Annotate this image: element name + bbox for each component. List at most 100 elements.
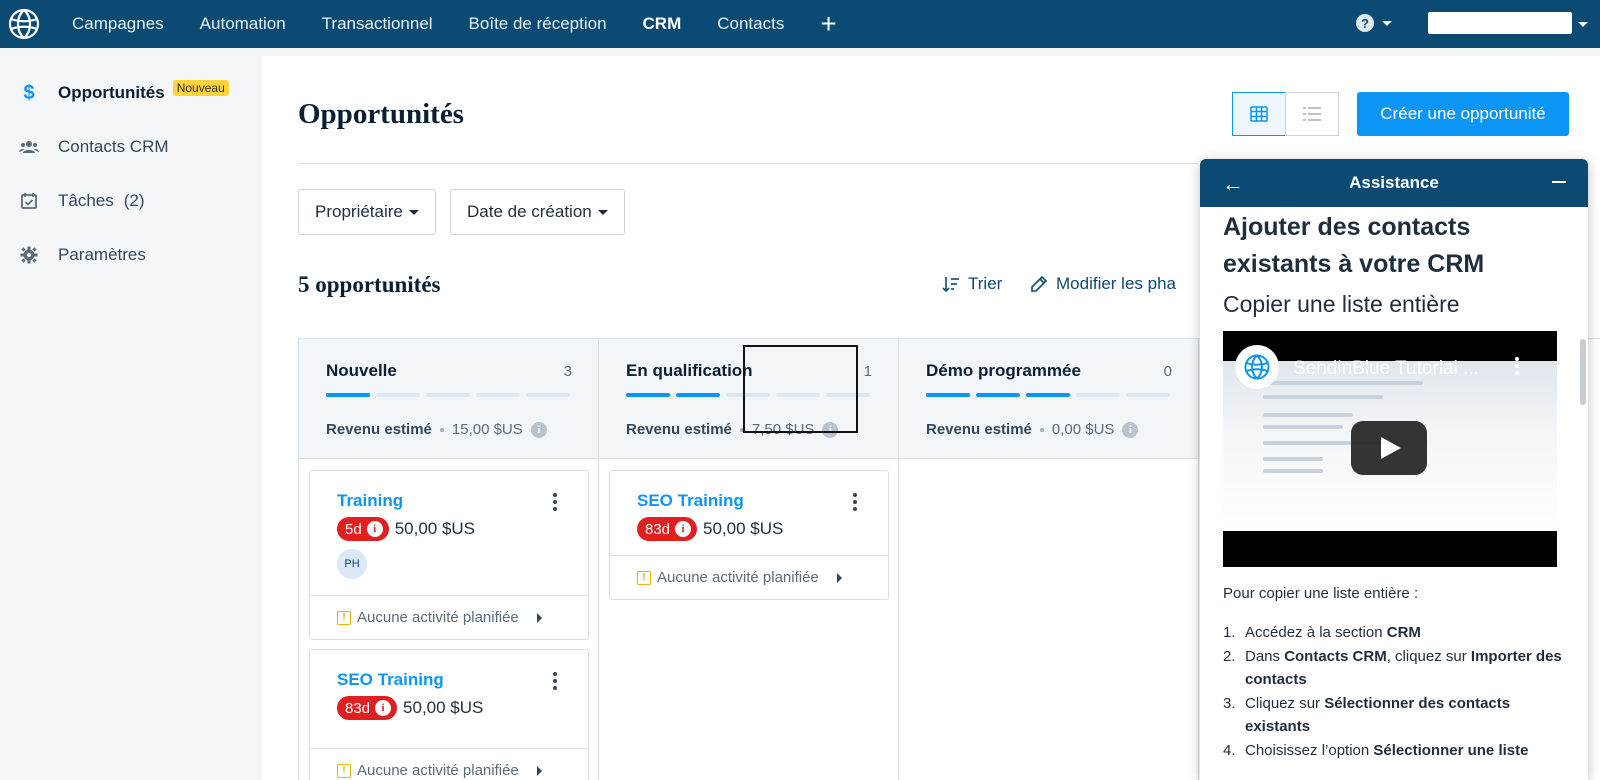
sendinblue-logo-icon[interactable] [0,0,48,48]
sidebar-item-taches[interactable]: Tâches (2) [0,174,262,228]
deal-amount: 50,00 $US [703,519,784,538]
step-item: 2. Dans Contacts CRM, cliquez sur Importe… [1223,647,1562,689]
progress-segment [426,393,470,397]
sidebar-item-contacts-crm[interactable]: Contacts CRM [0,120,262,174]
back-arrow-icon[interactable]: ← [1222,171,1244,197]
creation-date-filter-dropdown[interactable]: Date de création [450,189,625,235]
progress-segment [626,393,670,397]
column-count: 3 [563,363,572,380]
warning-icon: ! [337,763,351,778]
overdue-badge: 83d i [337,696,398,720]
list-view-button[interactable] [1285,92,1339,136]
stage-progress [926,393,1170,397]
more-options-icon[interactable] [852,493,858,511]
activity-footer[interactable]: ! Aucune activité planifiée [310,595,588,639]
new-badge: Nouveau [172,80,229,96]
sidebar-item-parametres[interactable]: Paramètres [0,228,262,282]
chevron-right-icon [536,612,542,623]
column-name: Nouvelle [326,361,397,380]
deal-card[interactable]: Training 5d i 50,00 $US PH ! Aucune acti… [309,470,589,640]
chevron-right-icon [836,572,842,583]
progress-segment [376,393,420,397]
account-menu[interactable] [1428,12,1572,34]
step-item: 1. Accédez à la section CRM [1223,624,1421,641]
pipeline-column-demo-programmee: Démo programmée 0 Revenu estimé 0,00 $US… [899,339,1199,780]
more-options-icon[interactable] [552,493,558,511]
overdue-badge: 5d i [337,517,389,541]
play-button-icon[interactable] [1351,421,1427,475]
sidebar: $ Opportunités Nouveau Contacts CRM Tâch… [0,56,262,780]
deal-card[interactable]: SEO Training 83d i 50,00 $US ! Aucune ac… [609,470,889,600]
deal-meta: 5d i 50,00 $US [337,517,588,541]
modify-label: Modifier les pha [1056,274,1177,293]
deal-title[interactable]: Training [337,491,588,511]
owner-filter-dropdown[interactable]: Propriétaire [298,189,436,235]
estimated-revenue: Revenu estimé 0,00 $US i [926,421,1139,438]
nav-transactionnel[interactable]: Transactionnel [322,14,433,34]
column-header: Nouvelle 3 Revenu estimé 15,00 $US i [299,339,598,459]
article-heading: Ajouter des contacts existants à votre C… [1223,213,1485,278]
separator-dot [1039,427,1044,432]
tutorial-video[interactable]: SendinBlue Tutorial ... [1223,331,1557,567]
activity-label: Aucune activité planifiée [357,762,519,779]
deal-card[interactable]: SEO Training 83d i 50,00 $US ! Aucune ac… [309,649,589,780]
modify-phases-button[interactable]: Modifier les pha [1030,274,1176,294]
info-icon[interactable]: i [1122,421,1139,438]
activity-footer[interactable]: ! Aucune activité planifiée [610,555,888,599]
account-chevron-down-icon[interactable] [1578,22,1588,27]
minimize-icon[interactable] [1552,181,1566,183]
article-intro: Pour copier une liste entière : [1223,585,1419,602]
info-icon[interactable]: i [366,521,383,537]
nav-boite-reception[interactable]: Boîte de réception [469,14,607,34]
view-toggle [1232,92,1339,136]
warning-icon: ! [337,610,351,625]
deal-amount: 50,00 $US [403,698,484,717]
column-header: Démo programmée 0 Revenu estimé 0,00 $US… [899,339,1198,459]
more-options-icon[interactable] [552,672,558,690]
pipeline-column-nouvelle: Nouvelle 3 Revenu estimé 15,00 $US i Tra… [299,339,599,780]
owner-avatar[interactable]: PH [337,549,367,579]
assistance-body: Ajouter des contacts existants à votre C… [1200,207,1588,780]
video-more-icon[interactable] [1515,357,1521,375]
card-body: SEO Training 83d i 50,00 $US [610,471,888,555]
scrollbar[interactable] [1580,339,1586,405]
progress-segment [476,393,520,397]
filter-label: Date de création [467,202,592,221]
task-count: (2) [123,191,145,210]
separator-dot [439,427,444,432]
deal-title[interactable]: SEO Training [637,491,888,511]
activity-footer[interactable]: ! Aucune activité planifiée [310,748,588,780]
deal-title[interactable]: SEO Training [337,670,588,690]
help-menu[interactable]: ? [1356,14,1392,32]
divider [298,163,1198,164]
info-icon[interactable]: i [375,700,392,716]
nav-crm[interactable]: CRM [643,14,682,34]
progress-segment [926,393,970,397]
column-name: En qualification [626,361,753,380]
info-icon[interactable]: i [675,521,692,537]
overdue-badge: 83d i [637,517,698,541]
nav-contacts[interactable]: Contacts [717,14,784,34]
sort-button[interactable]: Trier [942,274,1002,294]
revenue-label: Revenu estimé [326,421,432,438]
revenue-label: Revenu estimé [926,421,1032,438]
nav-automation[interactable]: Automation [200,14,286,34]
pencil-icon [1031,275,1048,292]
nav-campagnes[interactable]: Campagnes [72,14,164,34]
filter-label: Propriétaire [315,202,403,221]
progress-segment [1076,393,1120,397]
add-app-plus-icon[interactable]: + [820,10,836,38]
revenue-label: Revenu estimé [626,421,732,438]
create-opportunity-button[interactable]: Créer une opportunité [1357,92,1569,136]
highlight-box [743,345,858,433]
sort-label: Trier [968,274,1003,293]
sidebar-item-opportunites[interactable]: $ Opportunités Nouveau [0,66,262,120]
overdue-days: 83d [345,699,371,717]
progress-segment [976,393,1020,397]
info-icon[interactable]: i [530,421,547,438]
warning-icon: ! [637,570,651,585]
opportunity-count-title: 5 opportunités [298,272,441,297]
board-view-button[interactable] [1232,92,1286,136]
sidebar-item-label: Tâches [58,191,114,210]
step-item: 4. Choisissez l’option Sélectionner une l… [1223,741,1529,759]
